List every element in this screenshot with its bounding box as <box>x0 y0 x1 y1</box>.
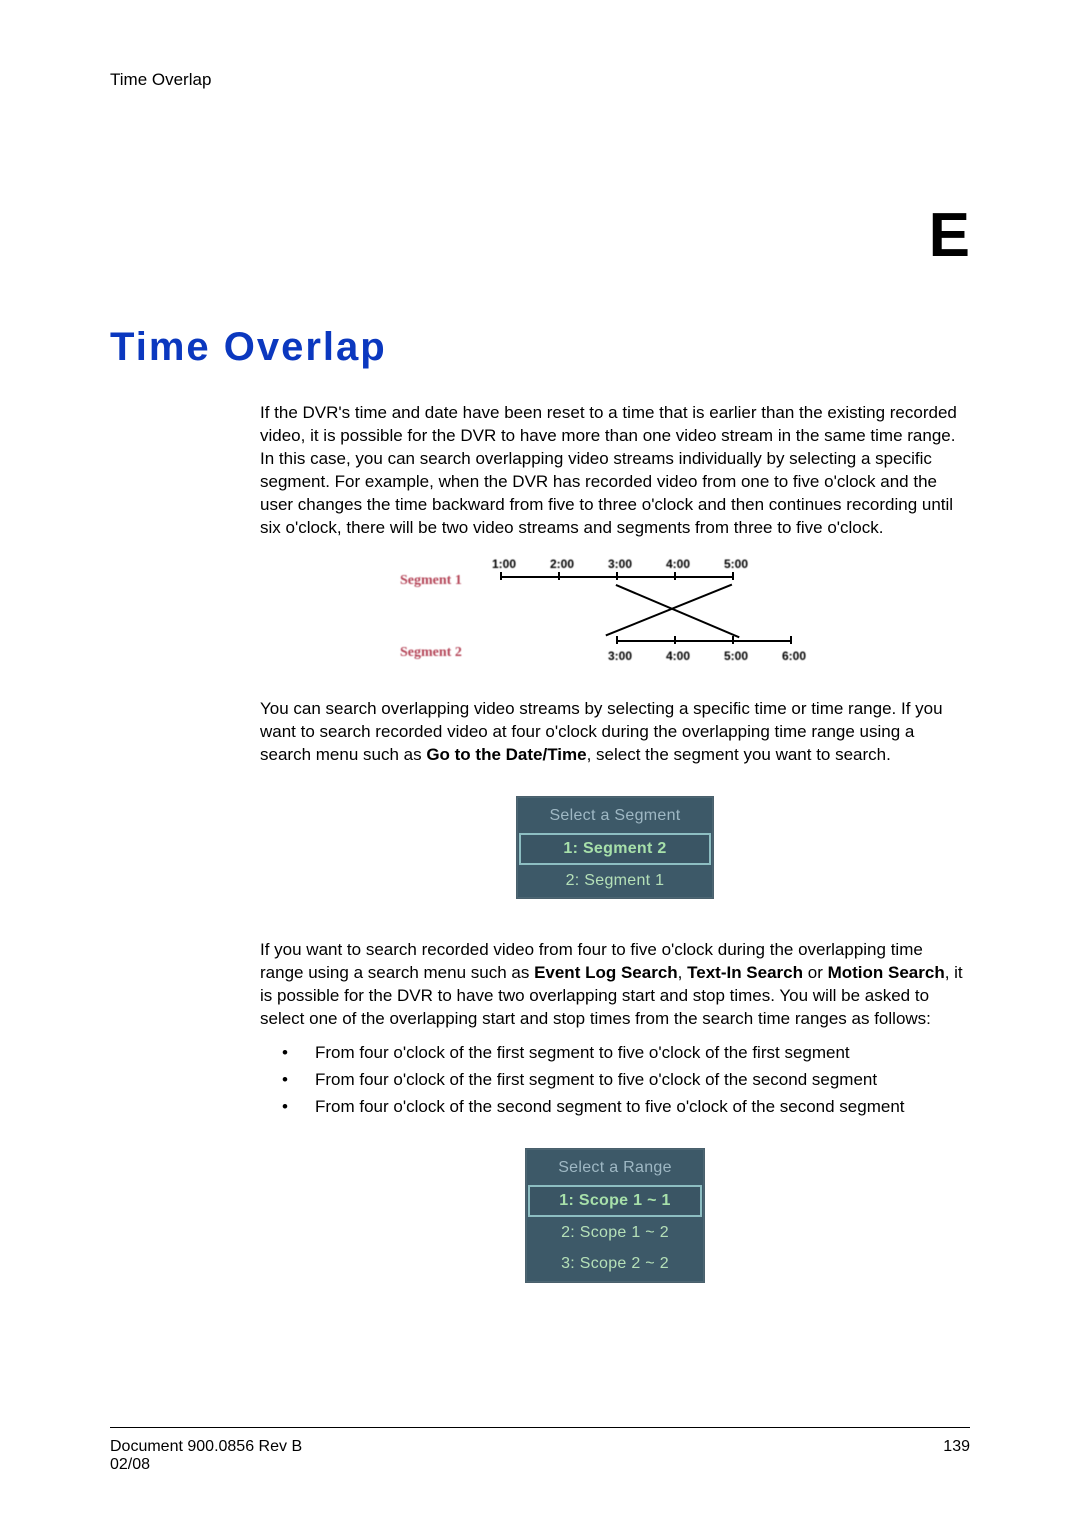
segments-figure: Segment 1 1:00 2:00 3:00 4:00 5:00 <box>260 560 970 676</box>
para2-text-b: , select the segment you want to search. <box>587 745 891 764</box>
tick-label: 4:00 <box>666 648 724 664</box>
para2-bold: Go to the Date/Time <box>426 745 586 764</box>
tick-label: 5:00 <box>724 556 782 572</box>
tick-label: 5:00 <box>724 648 782 664</box>
tick-label: 3:00 <box>608 648 666 664</box>
page-title: Time Overlap <box>110 325 970 370</box>
select-range-dialog: Select a Range 1: Scope 1 ~ 1 2: Scope 1… <box>260 1138 970 1300</box>
tick-label: 6:00 <box>782 648 840 664</box>
paragraph-2: You can search overlapping video streams… <box>260 698 970 767</box>
footer-left: Document 900.0856 Rev B 02/08 <box>110 1438 302 1474</box>
bullet-list: From four o'clock of the first segment t… <box>260 1041 970 1118</box>
dialog-range-item-3[interactable]: 3: Scope 2 ~ 2 <box>528 1248 702 1280</box>
dialog-segment-title: Select a Segment <box>519 799 710 833</box>
para3-bold1: Event Log Search <box>534 963 678 982</box>
para3-mid1: , <box>678 963 687 982</box>
list-item: From four o'clock of the first segment t… <box>260 1041 970 1065</box>
footer-doc-id: Document 900.0856 Rev B <box>110 1438 302 1456</box>
header-section-label: Time Overlap <box>110 70 970 90</box>
footer-rule <box>110 1427 970 1428</box>
dialog-range-title: Select a Range <box>528 1151 702 1185</box>
dialog-segment-item-1[interactable]: 1: Segment 2 <box>519 833 710 865</box>
tick-label: 1:00 <box>492 556 550 572</box>
segment1-timeline: 1:00 2:00 3:00 4:00 5:00 <box>500 560 830 604</box>
dialog-range-item-1[interactable]: 1: Scope 1 ~ 1 <box>528 1185 702 1217</box>
segment1-label: Segment 1 <box>400 560 500 591</box>
list-item: From four o'clock of the second segment … <box>260 1095 970 1119</box>
tick-label: 3:00 <box>608 556 666 572</box>
dialog-range-item-2[interactable]: 2: Scope 1 ~ 2 <box>528 1217 702 1249</box>
segment2-timeline: 3:00 4:00 5:00 6:00 <box>500 632 830 676</box>
segment2-label: Segment 2 <box>400 632 500 663</box>
select-segment-dialog: Select a Segment 1: Segment 2 2: Segment… <box>260 786 970 917</box>
footer-page-number: 139 <box>943 1438 970 1474</box>
paragraph-1: If the DVR's time and date have been res… <box>260 402 970 540</box>
page-footer: Document 900.0856 Rev B 02/08 139 <box>110 1427 970 1474</box>
footer-date: 02/08 <box>110 1456 302 1474</box>
tick-label: 2:00 <box>550 556 608 572</box>
dialog-segment-item-2[interactable]: 2: Segment 1 <box>519 865 710 897</box>
appendix-letter: E <box>929 200 970 271</box>
para3-mid2: or <box>803 963 828 982</box>
para3-bold3: Motion Search <box>828 963 945 982</box>
paragraph-3: If you want to search recorded video fro… <box>260 939 970 1031</box>
list-item: From four o'clock of the first segment t… <box>260 1068 970 1092</box>
tick-label: 4:00 <box>666 556 724 572</box>
para3-bold2: Text-In Search <box>687 963 803 982</box>
body-content: If the DVR's time and date have been res… <box>260 402 970 1301</box>
